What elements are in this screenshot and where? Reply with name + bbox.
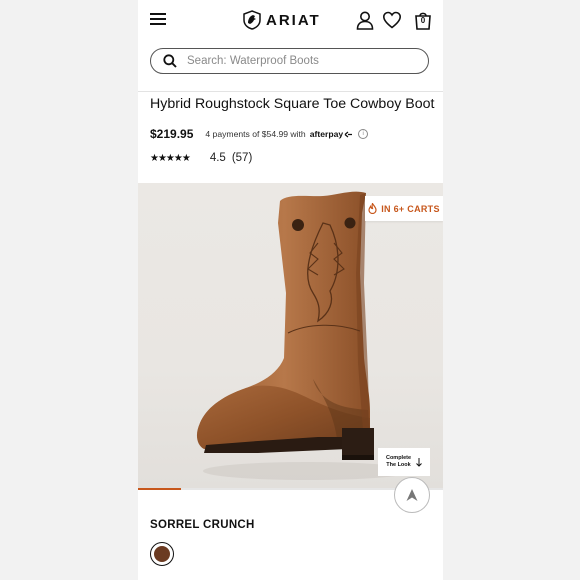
complete-look-label: Complete The Look <box>385 455 412 468</box>
rating-stars: ★★★★★ <box>150 152 191 164</box>
popularity-badge: IN 6+ CARTS <box>365 196 443 221</box>
afterpay-arrows-icon <box>344 131 353 137</box>
scroll-to-top-button[interactable] <box>394 477 430 513</box>
top-header: ARIAT 0 <box>138 0 443 42</box>
swatch-fill <box>154 546 170 562</box>
search-icon <box>163 54 177 68</box>
ariat-horse-icon <box>243 10 261 30</box>
color-name: SORREL CRUNCH <box>150 519 255 531</box>
account-icon[interactable] <box>355 10 375 30</box>
arrow-down-icon <box>416 457 422 467</box>
product-page: ARIAT 0 Hybrid Roughstock Square Toe Cow… <box>138 0 443 580</box>
wishlist-heart-icon[interactable] <box>382 10 402 30</box>
carousel-progress-fill <box>138 488 181 490</box>
product-price: $219.95 <box>150 127 194 141</box>
search-input[interactable] <box>185 54 409 68</box>
info-icon[interactable]: i <box>358 129 369 139</box>
flame-icon <box>368 203 377 214</box>
rating-value: 4.5 <box>209 152 226 164</box>
afterpay-label: afterpay <box>309 129 344 139</box>
color-swatch-selected[interactable] <box>150 542 174 566</box>
review-count[interactable]: (57) <box>232 152 252 164</box>
header-divider <box>138 91 443 92</box>
cart-count: 0 <box>420 16 426 25</box>
installment-text: 4 payments of $54.99 with <box>205 129 306 139</box>
afterpay-logo[interactable]: afterpay <box>310 129 353 139</box>
cart-button[interactable]: 0 <box>413 10 433 30</box>
menu-icon[interactable] <box>150 13 166 25</box>
cowboy-boot-image <box>196 191 413 480</box>
rating-row[interactable]: ★★★★★ 4.5 (57) <box>150 152 252 164</box>
product-image-carousel[interactable]: IN 6+ CARTS Complete The Look <box>138 183 443 488</box>
brand-name: ARIAT <box>266 11 321 29</box>
product-title: Hybrid Roughstock Square Toe Cowboy Boot <box>150 96 435 112</box>
brand-logo[interactable]: ARIAT <box>242 9 321 31</box>
search-bar[interactable] <box>150 48 429 74</box>
popularity-text: IN 6+ CARTS <box>381 203 440 214</box>
arrow-up-icon <box>406 489 418 501</box>
price-row: $219.95 4 payments of $54.99 with afterp… <box>150 127 369 141</box>
complete-the-look-button[interactable]: Complete The Look <box>378 448 430 476</box>
